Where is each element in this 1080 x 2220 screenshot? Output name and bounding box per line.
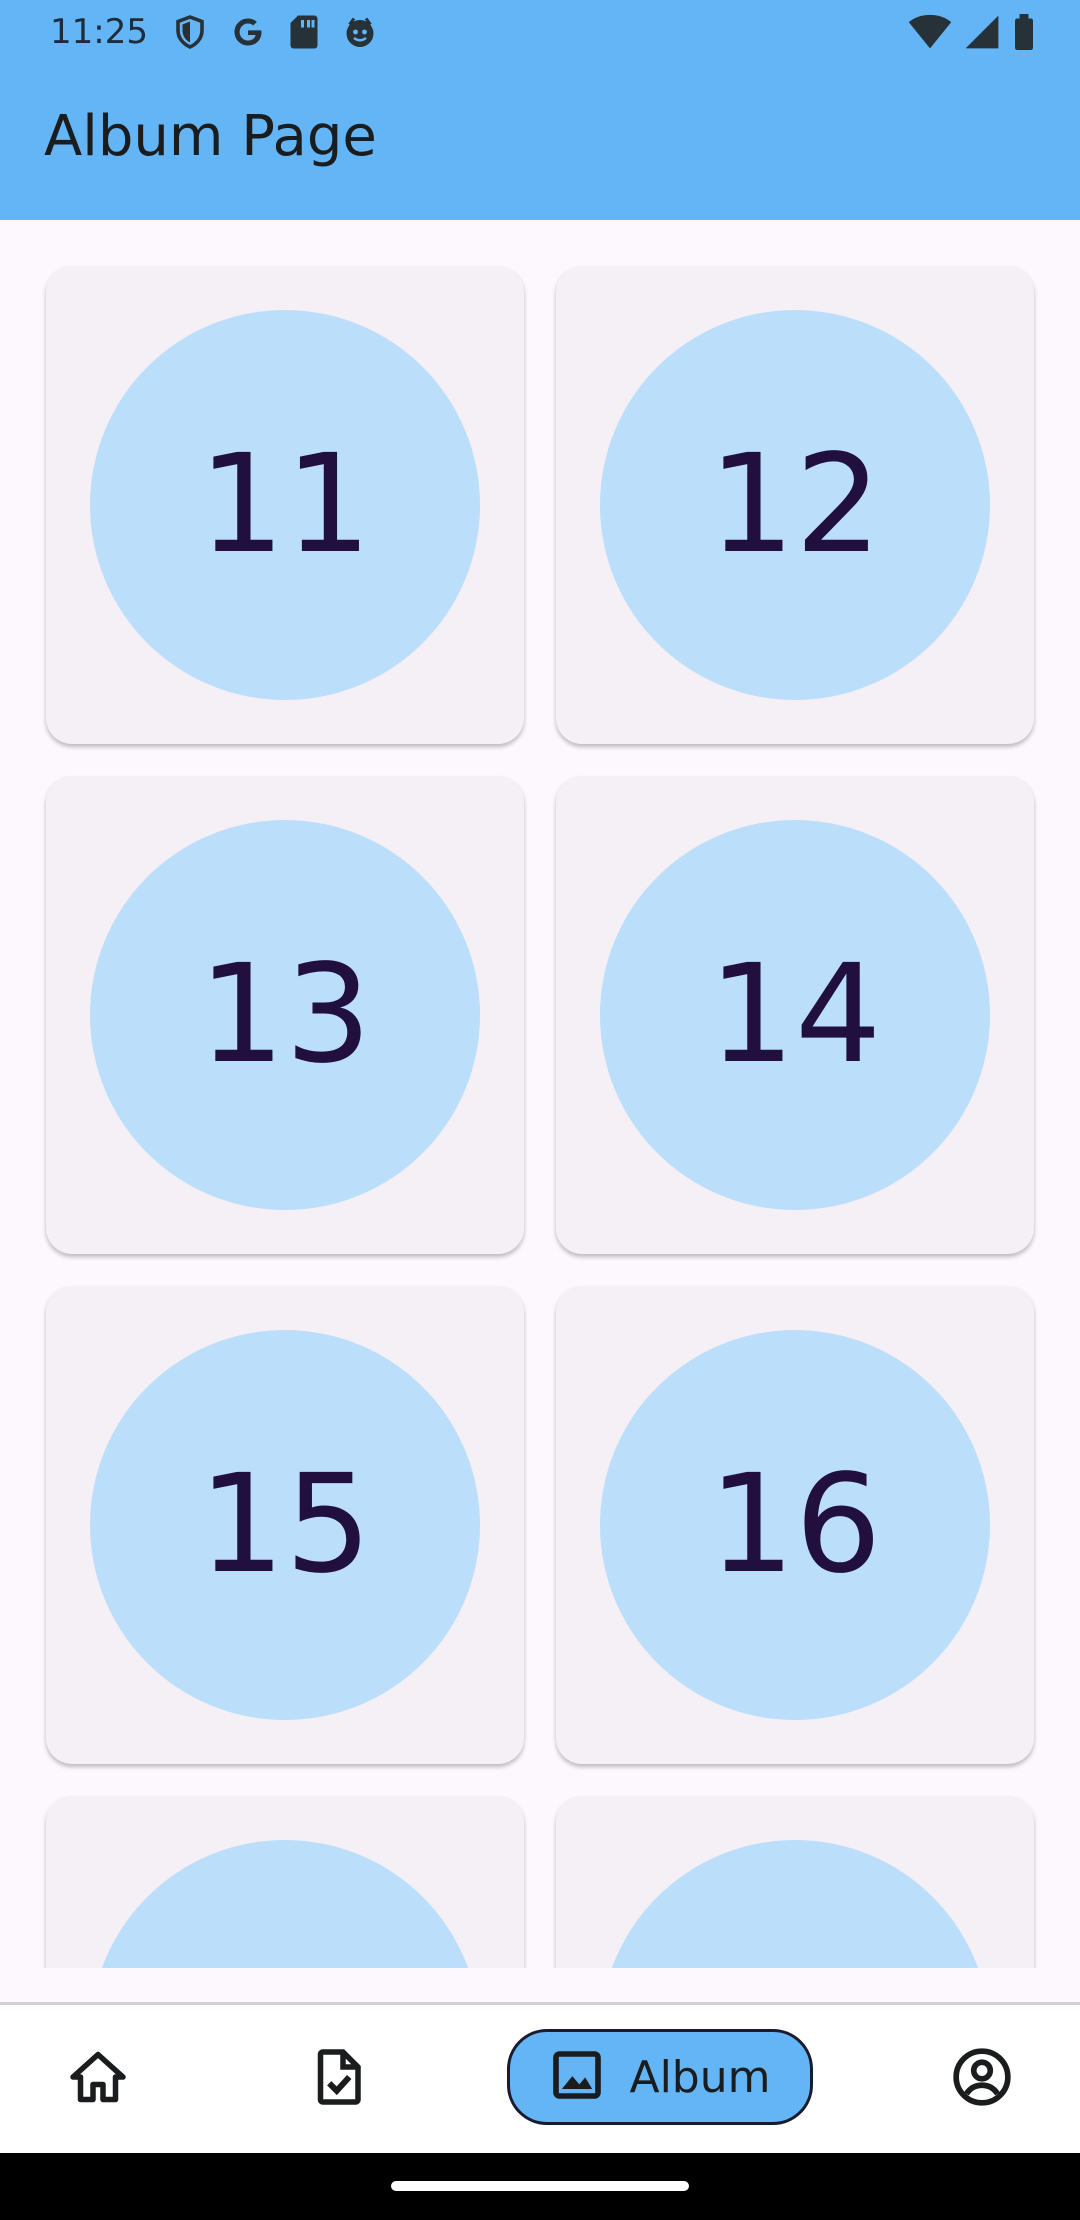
album-circle [600,1840,990,1968]
album-circle: 12 [600,310,990,700]
page-title: Album Page [44,104,377,169]
status-icons-left [172,14,378,54]
battery-icon [1012,14,1036,54]
nav-item-home[interactable] [50,2005,146,2153]
album-number: 16 [708,1446,882,1604]
image-icon [549,2047,605,2107]
gesture-navigation-bar [0,2153,1080,2220]
album-card[interactable]: 11 [46,266,524,744]
nav-item-album-label: Album [629,2051,771,2103]
album-card[interactable] [46,1796,524,1968]
nav-item-profile[interactable] [934,2005,1030,2153]
album-card[interactable] [556,1796,1034,1968]
nav-item-tasks[interactable] [290,2005,386,2153]
album-circle: 13 [90,820,480,1210]
album-number: 15 [198,1446,372,1604]
face-icon [342,14,378,54]
album-card[interactable]: 14 [556,776,1034,1254]
bottom-navigation: Album [0,2005,1080,2153]
wifi-icon [908,14,952,54]
album-card[interactable]: 13 [46,776,524,1254]
album-number: 12 [708,426,882,584]
album-card[interactable]: 16 [556,1286,1034,1764]
album-content[interactable]: 11 12 13 14 15 16 [0,220,1080,1968]
home-gesture-handle[interactable] [391,2181,689,2191]
album-circle: 11 [90,310,480,700]
album-number: 13 [198,936,372,1094]
album-circle: 15 [90,1330,480,1720]
album-grid: 11 12 13 14 15 16 [46,266,1034,1968]
app-bar: Album Page [0,68,1080,220]
task-document-icon [308,2047,368,2111]
account-circle-icon [951,2046,1013,2112]
album-circle [90,1840,480,1968]
google-icon [230,14,266,54]
album-circle: 14 [600,820,990,1210]
sd-card-icon [288,14,320,54]
album-circle: 16 [600,1330,990,1720]
album-card[interactable]: 15 [46,1286,524,1764]
shield-icon [172,14,208,54]
album-card[interactable]: 12 [556,266,1034,744]
status-time: 11:25 [50,12,148,52]
status-bar: 11:25 [0,0,1080,68]
album-number: 11 [198,426,372,584]
nav-item-album[interactable]: Album [507,2029,813,2125]
home-icon [68,2047,128,2111]
album-number: 14 [708,936,882,1094]
status-icons-right [908,14,1036,54]
signal-icon [964,14,1000,54]
